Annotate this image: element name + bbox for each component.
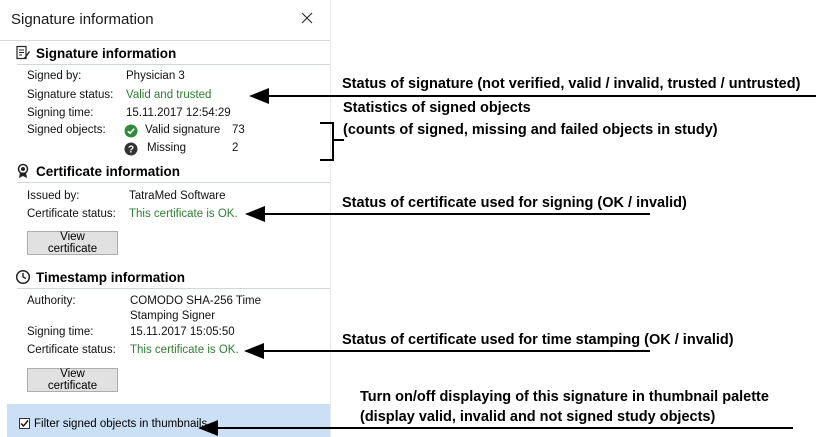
annotation-filter-line1: Turn on/off displaying of this signature… (360, 389, 769, 405)
annotation-statistics-line1: Statistics of signed objects (343, 100, 531, 116)
annotation-ts-certificate-status: Status of certificate used for time stam… (342, 332, 734, 348)
annotation-filter-line2: (display valid, invalid and not signed s… (360, 409, 716, 425)
annotation-certificate-status: Status of certificate used for signing (… (342, 195, 687, 211)
statistics-bracket (320, 122, 334, 161)
annotation-signature-status: Status of signature (not verified, valid… (342, 76, 801, 92)
annotation-statistics-line2: (counts of signed, missing and failed ob… (343, 122, 718, 138)
annotation-overlay (198, 88, 816, 436)
